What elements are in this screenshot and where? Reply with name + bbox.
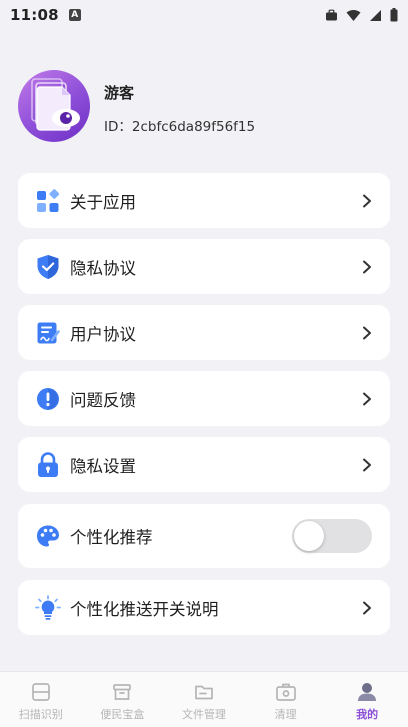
profile-id: ID：2cbfc6da89f56f15 [104,118,256,135]
nav-label-mine: 我的 [356,708,379,721]
briefcase-icon [326,9,337,20]
nav-tab-files[interactable]: 文件管理 [163,672,245,727]
menu-item-user-agreement[interactable]: 用户协议 [18,305,390,360]
menu-label-privacy-policy: 隐私协议 [70,258,136,278]
scan-icon [30,681,52,703]
menu-label-personalized-push-info: 个性化推送开关说明 [70,599,219,619]
menu-item-privacy-settings[interactable]: 隐私设置 [18,437,390,492]
nav-tab-mine[interactable]: 我的 [326,672,408,727]
menu-item-feedback[interactable]: 问题反馈 [18,371,390,426]
chevron-right-icon [360,326,374,340]
nav-label-files: 文件管理 [181,708,226,721]
menu-label-feedback: 问题反馈 [70,390,136,410]
nav-tab-clean[interactable]: 清理 [245,672,327,727]
personalized-toggle[interactable] [292,519,372,553]
menu-label-about: 关于应用 [70,192,136,212]
toolkit-icon [275,681,297,703]
document-eye-icon [31,78,80,131]
profile-name: 游客 [104,83,135,102]
menu-item-personalized-push-info[interactable]: 个性化推送开关说明 [18,580,390,635]
chevron-right-icon [360,601,374,615]
notification-a-icon: A [68,9,81,21]
menu-label-user-agreement: 用户协议 [70,324,136,344]
document-sign-icon [35,320,61,346]
menu-item-about[interactable]: 关于应用 [18,173,390,228]
avatar[interactable] [18,70,90,142]
profile-section[interactable]: 游客 ID：2cbfc6da89f56f15 [18,70,390,142]
nav-tab-toolbox[interactable]: 便民宝盒 [82,672,164,727]
grid-apps-icon [35,188,61,214]
status-time: 11:08 [10,6,59,24]
chevron-right-icon [360,194,374,208]
nav-label-scan: 扫描识别 [18,708,63,721]
menu-label-personalized: 个性化推荐 [70,528,153,547]
chevron-right-icon [360,458,374,472]
chevron-right-icon [360,392,374,406]
shield-check-icon [35,254,61,280]
lightbulb-icon [35,594,61,621]
user-icon [356,681,378,703]
nav-tab-scan[interactable]: 扫描识别 [0,672,82,727]
menu-item-personalized: 个性化推荐 [18,504,390,568]
profile-info: 游客 ID：2cbfc6da89f56f15 [104,78,255,135]
status-icons [325,8,398,22]
lock-icon [35,451,61,478]
chevron-right-icon [360,260,374,274]
toggle-knob [294,521,324,551]
status-bar: 11:08 A [0,0,408,30]
wifi-icon [346,9,361,21]
menu-label-privacy-settings: 隐私设置 [70,456,136,476]
palette-icon [35,523,61,549]
bottom-nav: 扫描识别 便民宝盒 文件管理 清理 我的 [0,671,408,727]
nav-label-clean: 清理 [274,708,297,721]
folder-icon [193,681,215,703]
signal-icon [370,9,381,21]
menu-item-privacy-policy[interactable]: 隐私协议 [18,239,390,294]
exclamation-circle-icon [35,386,61,412]
battery-icon [390,8,398,22]
box-icon [111,681,133,703]
nav-label-toolbox: 便民宝盒 [100,708,145,721]
